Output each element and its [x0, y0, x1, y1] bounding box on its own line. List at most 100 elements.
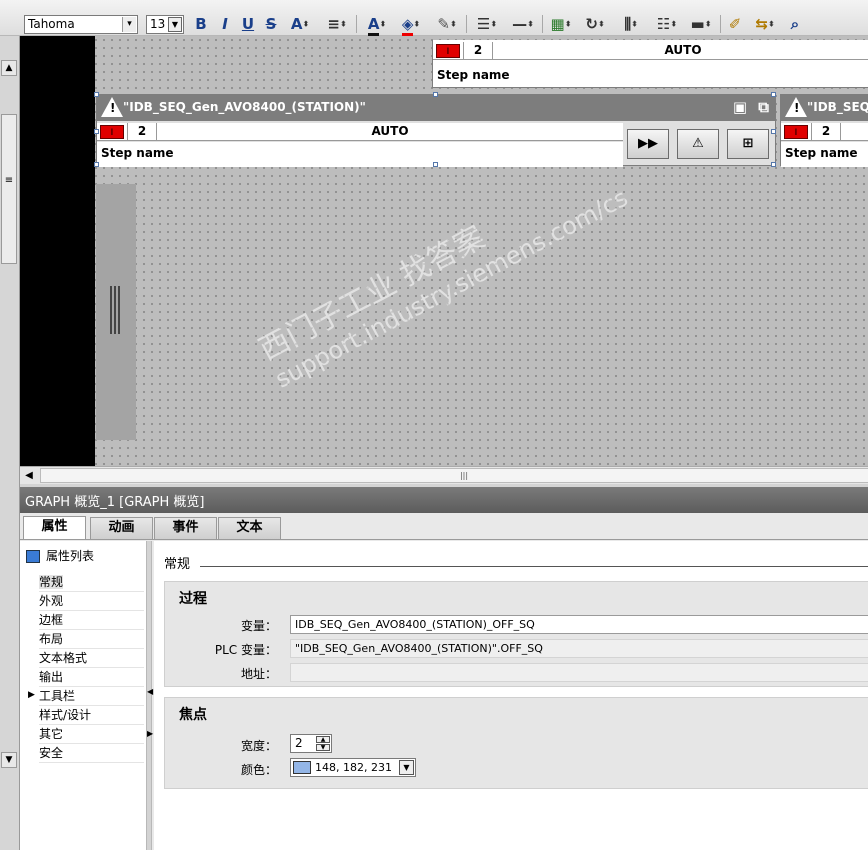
- font-family-dropdown-icon[interactable]: ▾: [122, 17, 136, 32]
- nav-item-border[interactable]: 边框: [39, 611, 144, 630]
- chevron-down-icon[interactable]: ▼: [399, 760, 414, 775]
- align-text-button[interactable]: ≡⬍: [322, 14, 352, 34]
- plc-variable-label: PLC 变量：: [214, 643, 277, 657]
- left-scroll-strip: ▲ ≡ ▼: [0, 36, 20, 850]
- sequence-overview-right[interactable]: ! "IDB_SEQ_ I 2 Step name: [780, 94, 868, 167]
- tab-properties[interactable]: 属性: [23, 516, 86, 540]
- property-list-header[interactable]: 属性列表: [26, 547, 94, 564]
- line-color-button[interactable]: ✎⬍: [432, 14, 462, 34]
- dropdown-arrow-icon: ⬍: [527, 19, 534, 29]
- nav-item-style-design[interactable]: 样式/设计: [39, 706, 144, 725]
- dropdown-arrow-icon: ⬍: [339, 19, 347, 29]
- width-stepper[interactable]: 2 ▲ ▼: [290, 734, 332, 753]
- network-icon[interactable]: ⧉: [758, 98, 769, 116]
- variable-field[interactable]: IDB_SEQ_Gen_AVO8400_(STATION)_OFF_SQ: [290, 615, 868, 634]
- sequence-detail-button[interactable]: ⊞: [727, 129, 769, 159]
- distribute-objects-button[interactable]: ☷⬍: [652, 14, 682, 34]
- next-step-button[interactable]: ▶▶: [627, 129, 669, 159]
- format-painter-button[interactable]: ✐: [726, 14, 744, 34]
- nav-item-layout[interactable]: 布局: [39, 630, 144, 649]
- vertical-scroll-thumb[interactable]: ≡: [1, 114, 17, 264]
- nav-item-appearance[interactable]: 外观: [39, 592, 144, 611]
- sequence-step-row: I 2 AUTO: [433, 42, 868, 60]
- monitor-icon[interactable]: ▣: [733, 98, 747, 116]
- plc-variable-field: "IDB_SEQ_Gen_AVO8400_(STATION)".OFF_SQ: [290, 639, 868, 658]
- nav-item-label: 安全: [39, 746, 64, 760]
- scroll-down-icon[interactable]: ▼: [1, 752, 17, 768]
- grip-handle-icon[interactable]: [110, 286, 120, 334]
- strikethrough-button[interactable]: S: [264, 14, 278, 34]
- stepper-down-icon[interactable]: ▼: [316, 744, 330, 751]
- dropdown-arrow-icon: ⬍: [704, 19, 712, 29]
- mode-label: AUTO: [371, 124, 409, 138]
- section-title: 常规: [164, 557, 191, 572]
- toolbar-separator: [356, 15, 357, 33]
- splitter-panel[interactable]: [96, 184, 136, 440]
- collapse-left-icon[interactable]: ◀: [147, 687, 153, 696]
- stepper-up-icon[interactable]: ▲: [316, 736, 330, 743]
- resize-handle[interactable]: [94, 162, 99, 167]
- expand-right-icon[interactable]: ▶: [147, 729, 153, 738]
- font-family-select[interactable]: Tahoma ▾: [24, 15, 138, 34]
- fill-color-button[interactable]: ◈⬍: [396, 14, 426, 36]
- address-label: 地址：: [240, 667, 277, 681]
- expand-arrow-icon[interactable]: ▶: [28, 690, 35, 700]
- bold-button[interactable]: B: [194, 14, 208, 34]
- scroll-left-icon[interactable]: ◀: [22, 468, 36, 483]
- nav-item-misc[interactable]: 其它: [39, 725, 144, 744]
- sequence-step-row: I 2 AUTO: [97, 123, 623, 141]
- scroll-up-icon[interactable]: ▲: [1, 60, 17, 76]
- font-size-increase-button[interactable]: A⬍: [286, 14, 314, 34]
- same-size-button[interactable]: ▬⬍: [686, 14, 716, 34]
- line-style-button[interactable]: —⬍: [508, 14, 538, 34]
- line-width-button[interactable]: ☰⬍: [472, 14, 502, 34]
- align-objects-button[interactable]: ⫼⬍: [616, 14, 646, 34]
- nav-item-label: 文本格式: [39, 651, 88, 665]
- underline-button[interactable]: U: [241, 14, 255, 34]
- chevron-down-icon[interactable]: ▼: [168, 17, 182, 32]
- resize-handle[interactable]: [94, 92, 99, 97]
- sequence-overview-main[interactable]: ! "IDB_SEQ_Gen_AVO8400_(STATION)" ▣ ⧉ I …: [94, 92, 776, 167]
- resize-handle[interactable]: [771, 129, 776, 134]
- step-name-label: Step name: [785, 146, 858, 160]
- tab-animations[interactable]: 动画: [90, 517, 153, 539]
- resize-handle[interactable]: [771, 162, 776, 167]
- nav-item-output[interactable]: 输出: [39, 668, 144, 687]
- horizontal-scrollbar[interactable]: ◀ |||: [20, 466, 868, 484]
- nav-item-toolbar[interactable]: 工具栏: [39, 687, 144, 706]
- resize-handle[interactable]: [771, 92, 776, 97]
- nav-item-security[interactable]: 安全: [39, 744, 144, 763]
- address-field: [290, 663, 868, 682]
- nav-item-label: 输出: [39, 670, 64, 684]
- nav-item-text-format[interactable]: 文本格式: [39, 649, 144, 668]
- horizontal-scroll-thumb[interactable]: |||: [40, 468, 868, 483]
- warning-icon: !: [101, 97, 123, 117]
- variable-label: 变量：: [240, 619, 277, 633]
- nav-splitter[interactable]: ◀ ▶: [146, 541, 153, 850]
- layer-button[interactable]: ⇆⬍: [750, 14, 780, 34]
- graph-canvas[interactable]: I 2 AUTO Step name ! "IDB_SEQ_Gen_AVO840…: [20, 36, 868, 466]
- resize-handle[interactable]: [94, 129, 99, 134]
- font-size-value: 13: [150, 17, 166, 31]
- font-size-select[interactable]: 13 ▼: [146, 15, 184, 34]
- dropdown-arrow-icon: ⬍: [670, 19, 678, 29]
- tab-texts[interactable]: 文本: [218, 517, 281, 539]
- nav-item-general[interactable]: 常规: [39, 573, 144, 592]
- inspector-panel: 属性 动画 事件 文本 属性列表 常规 外观 边框 布局 文本格式 输出 ▶ 工…: [20, 513, 868, 850]
- color-select[interactable]: 148, 182, 231 ▼: [290, 758, 416, 777]
- resize-handle[interactable]: [433, 92, 438, 97]
- nav-item-label: 布局: [39, 632, 64, 646]
- sequence-step-row: I 2: [781, 123, 868, 141]
- zoom-button[interactable]: ⌕: [786, 14, 804, 34]
- group-objects-button[interactable]: ▦⬍: [546, 14, 576, 34]
- sequence-overview-partial[interactable]: I 2 AUTO Step name: [432, 40, 868, 88]
- italic-button[interactable]: I: [218, 14, 232, 34]
- rotate-button[interactable]: ↻⬍: [580, 14, 610, 34]
- step-number: 2: [811, 123, 841, 140]
- resize-handle[interactable]: [433, 162, 438, 167]
- property-content: 常规 过程 变量： IDB_SEQ_Gen_AVO8400_(STATION)_…: [154, 541, 868, 850]
- tab-events[interactable]: 事件: [154, 517, 217, 539]
- acknowledge-alarm-button[interactable]: ⚠: [677, 129, 719, 159]
- format-toolbar: Tahoma ▾ 13 ▼ B I U S A⬍ ≡⬍ A⬍ ◈⬍ ✎⬍ ☰⬍ …: [0, 0, 868, 36]
- font-color-button[interactable]: A⬍: [362, 14, 392, 36]
